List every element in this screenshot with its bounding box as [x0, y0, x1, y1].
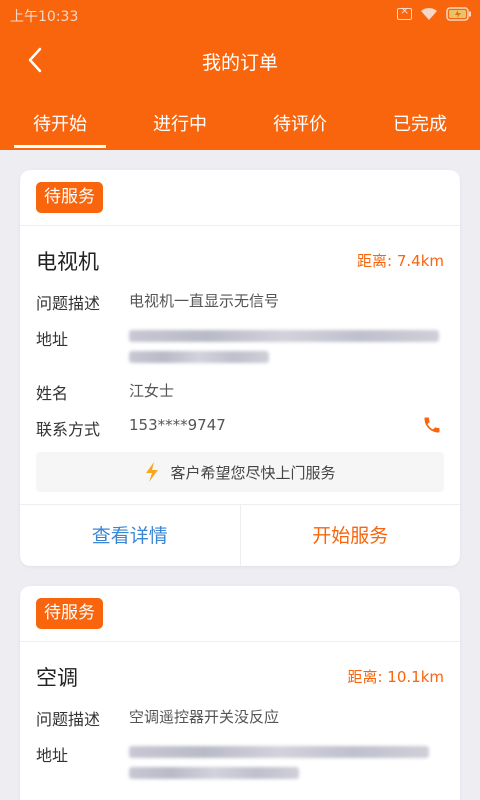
tab-pending-review[interactable]: 待评价 — [240, 96, 360, 150]
urgent-hint: 客户希望您尽快上门服务 — [36, 452, 444, 492]
nav-bar: 我的订单 — [0, 34, 480, 86]
item-title: 空调 — [36, 666, 78, 690]
view-details-button[interactable]: 查看详情 — [20, 505, 241, 566]
order-tabs: 待开始 进行中 待评价 已完成 — [0, 96, 480, 150]
tab-in-progress[interactable]: 进行中 — [120, 96, 240, 150]
lightning-icon — [146, 462, 159, 482]
description-value: 电视机一直显示无信号 — [129, 292, 280, 310]
hint-text: 客户希望您尽快上门服务 — [170, 463, 336, 482]
distance-label: 距离: 7.4km — [357, 252, 444, 270]
tab-pending-start[interactable]: 待开始 — [0, 96, 120, 150]
item-title: 电视机 — [36, 250, 99, 274]
card-body: 电视机 距离: 7.4km 问题描述 电视机一直显示无信号 地址 姓名 江女士 … — [20, 226, 460, 506]
card-body: 空调 距离: 10.1km 问题描述 空调遥控器开关没反应 地址 — [20, 642, 460, 800]
distance-label: 距离: 10.1km — [347, 668, 444, 686]
status-bar: 上午10:33 — [0, 0, 480, 30]
status-badge: 待服务 — [36, 598, 103, 629]
card-header: 待服务 — [20, 170, 460, 226]
card-actions: 查看详情 开始服务 — [20, 504, 460, 566]
phone-call-icon[interactable] — [422, 415, 442, 439]
address-redacted — [129, 746, 439, 788]
start-service-button[interactable]: 开始服务 — [241, 505, 461, 566]
battery-charging-icon — [446, 7, 472, 21]
wifi-icon — [420, 7, 438, 21]
address-redacted — [129, 330, 439, 372]
order-card: 待服务 空调 距离: 10.1km 问题描述 空调遥控器开关没反应 地址 — [20, 586, 460, 800]
page-title: 我的订单 — [201, 52, 278, 74]
contact-label: 联系方式 — [36, 420, 101, 439]
order-card: 待服务 电视机 距离: 7.4km 问题描述 电视机一直显示无信号 地址 姓名 … — [20, 170, 460, 566]
address-label: 地址 — [36, 746, 69, 765]
name-label: 姓名 — [36, 384, 69, 403]
description-value: 空调遥控器开关没反应 — [129, 708, 280, 726]
description-label: 问题描述 — [36, 294, 101, 313]
header: 上午10:33 我的订单 待开始 进行中 待评价 已完成 — [0, 0, 480, 150]
status-icons — [397, 4, 472, 21]
no-sim-icon — [397, 4, 412, 20]
address-label: 地址 — [36, 330, 69, 349]
status-time: 上午10:33 — [10, 9, 79, 25]
tab-completed[interactable]: 已完成 — [360, 96, 480, 150]
card-header: 待服务 — [20, 586, 460, 642]
description-label: 问题描述 — [36, 710, 101, 729]
status-badge: 待服务 — [36, 182, 103, 213]
name-value: 江女士 — [129, 382, 175, 400]
phone-value: 153****9747 — [129, 416, 226, 434]
